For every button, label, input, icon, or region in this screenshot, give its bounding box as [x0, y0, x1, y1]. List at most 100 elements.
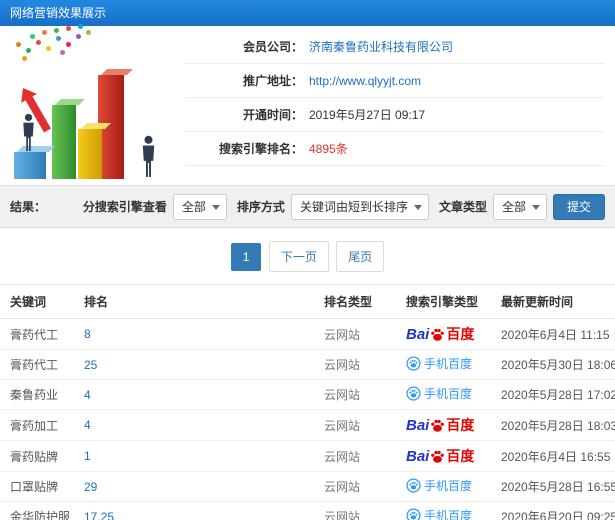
sort-order-select[interactable]: 关键词由短到长排序: [290, 193, 429, 220]
rank-link[interactable]: 8: [84, 327, 91, 341]
mobile-baidu-logo: 手机百度: [406, 477, 472, 494]
keyword-cell: 膏药贴牌: [0, 440, 78, 472]
green-bar: [52, 105, 76, 179]
table-row: 膏药代工 8 云网站 Bai 百度 2020年6月4日 11:15: [0, 318, 615, 350]
engine-cell: Bai 百度: [400, 318, 495, 350]
keyword-cell: 口罩贴牌: [0, 471, 78, 502]
column-header-rank-type: 排名类型: [318, 284, 400, 319]
table-row: 膏药贴牌 1 云网站 Bai 百度 2020年6月4日 16:55: [0, 440, 615, 472]
baidu-logo: Bai 百度: [406, 416, 475, 434]
article-type-label: 文章类型: [438, 200, 487, 214]
time-cell: 2020年6月4日 11:15: [495, 318, 615, 350]
engine-filter-select[interactable]: 全部: [172, 193, 227, 220]
engine-filter-value: 全部: [181, 200, 206, 214]
blue-cube: [14, 152, 46, 179]
column-header-update-time: 最新更新时间: [495, 284, 615, 319]
rank-link[interactable]: 4: [84, 388, 91, 402]
rank-cell: 17,25: [78, 501, 318, 520]
info-row: 推广地址： http://www.qlyyjt.com: [185, 64, 605, 98]
column-header-engine-type: 搜索引擎类型: [400, 284, 495, 319]
company-info-panel: 会员公司： 济南秦鲁药业科技有限公司 推广地址： http://www.qlyy…: [185, 26, 615, 185]
observer-figure: [142, 135, 155, 178]
chevron-down-icon: [413, 204, 422, 210]
engine-cell: 手机百度: [400, 501, 495, 520]
result-label: 结果：: [10, 200, 47, 214]
baidu-paw-icon: [431, 328, 445, 341]
mobile-baidu-icon: [406, 386, 421, 401]
website-link[interactable]: http://www.qlyyjt.com: [309, 74, 421, 88]
rank-link[interactable]: 1: [84, 449, 91, 463]
rank-link[interactable]: 4: [84, 418, 91, 432]
rank-link[interactable]: 25: [84, 358, 97, 372]
mobile-baidu-logo: 手机百度: [406, 355, 472, 372]
engine-cell: 手机百度: [400, 349, 495, 380]
rank-cell: 4: [78, 379, 318, 410]
rank-cell: 29: [78, 471, 318, 502]
rank-cell: 1: [78, 440, 318, 472]
mobile-baidu-icon: [406, 356, 421, 371]
chevron-down-icon: [211, 204, 220, 210]
last-page-button[interactable]: 尾页: [336, 241, 385, 272]
baidu-paw-icon: [431, 450, 445, 463]
time-cell: 2020年6月4日 16:55: [495, 440, 615, 472]
keyword-cell: 膏药代工: [0, 318, 78, 350]
engine-cell: 手机百度: [400, 471, 495, 502]
rank-cell: 8: [78, 318, 318, 350]
info-label: 搜索引擎排名：: [218, 142, 303, 156]
time-cell: 2020年6月20日 09:25: [495, 501, 615, 520]
engine-filter-label: 分搜索引擎查看: [82, 200, 167, 214]
rank-type-cell: 云网站: [318, 379, 400, 410]
engine-cell: Bai 百度: [400, 440, 495, 472]
baidu-logo: Bai 百度: [406, 325, 475, 343]
table-row: 金华防护服 17,25 云网站 手机百度 2020年6月20日 09:25: [0, 501, 615, 520]
mobile-baidu-logo: 手机百度: [406, 507, 472, 520]
column-header-keyword: 关键词: [0, 284, 78, 319]
info-row: 会员公司： 济南秦鲁药业科技有限公司: [185, 30, 605, 64]
baidu-paw-icon: [431, 419, 445, 432]
table-row: 口罩贴牌 29 云网站 手机百度 2020年5月28日 16:55: [0, 471, 615, 502]
rank-count-value: 4895条: [309, 142, 348, 156]
time-cell: 2020年5月30日 18:06: [495, 349, 615, 380]
keyword-cell: 金华防护服: [0, 501, 78, 520]
keyword-cell: 膏药加工: [0, 409, 78, 441]
submit-button[interactable]: 提交: [552, 193, 605, 220]
engine-cell: Bai 百度: [400, 409, 495, 441]
page-title: 网络营销效果展示: [10, 6, 107, 20]
table-row: 膏药代工 25 云网站 手机百度 2020年5月30日 18:06: [0, 349, 615, 380]
info-row: 开通时间： 2019年5月27日 09:17: [185, 98, 605, 132]
rank-type-cell: 云网站: [318, 440, 400, 472]
chevron-down-icon: [531, 204, 540, 210]
info-label: 会员公司：: [242, 40, 303, 54]
engine-cell: 手机百度: [400, 379, 495, 410]
sort-order-value: 关键词由短到长排序: [299, 200, 408, 214]
businessman-figure: [23, 113, 34, 152]
rank-type-cell: 云网站: [318, 409, 400, 441]
time-cell: 2020年5月28日 17:02: [495, 379, 615, 410]
rank-link[interactable]: 17,25: [84, 510, 114, 520]
rank-type-cell: 云网站: [318, 349, 400, 380]
table-header-row: 关键词 排名 排名类型 搜索引擎类型 最新更新时间: [0, 284, 615, 319]
company-link[interactable]: 济南秦鲁药业科技有限公司: [309, 38, 453, 55]
article-type-select[interactable]: 全部: [492, 193, 547, 220]
rank-cell: 4: [78, 409, 318, 441]
info-row: 搜索引擎排名： 4895条: [185, 132, 605, 166]
keywords-table: 关键词 排名 排名类型 搜索引擎类型 最新更新时间 膏药代工 8 云网站 Bai 百度 2…: [0, 284, 615, 520]
rank-link[interactable]: 29: [84, 480, 97, 494]
sort-order-label: 排序方式: [236, 200, 285, 214]
filter-bar: 结果： 分搜索引擎查看 全部 排序方式 关键词由短到长排序 文章类型 全部 提交: [0, 185, 615, 228]
table-row: 膏药加工 4 云网站 Bai 百度 2020年5月28日 18:03: [0, 409, 615, 441]
open-time-value: 2019年5月27日 09:17: [309, 108, 426, 122]
filter-controls: 分搜索引擎查看 全部 排序方式 关键词由短到长排序 文章类型 全部 提交: [79, 193, 605, 220]
mobile-baidu-icon: [406, 478, 421, 493]
next-page-button[interactable]: 下一页: [268, 241, 329, 272]
time-cell: 2020年5月28日 18:03: [495, 409, 615, 441]
bar-chart-illustration: [0, 26, 185, 185]
column-header-rank: 排名: [78, 284, 318, 319]
page-1-button[interactable]: 1: [230, 243, 262, 271]
top-section: 会员公司： 济南秦鲁药业科技有限公司 推广地址： http://www.qlyy…: [0, 26, 615, 185]
mobile-baidu-logo: 手机百度: [406, 385, 472, 402]
page-header: 网络营销效果展示: [0, 0, 615, 26]
rank-type-cell: 云网站: [318, 318, 400, 350]
info-label: 推广地址：: [242, 74, 303, 88]
keyword-cell: 膏药代工: [0, 349, 78, 380]
